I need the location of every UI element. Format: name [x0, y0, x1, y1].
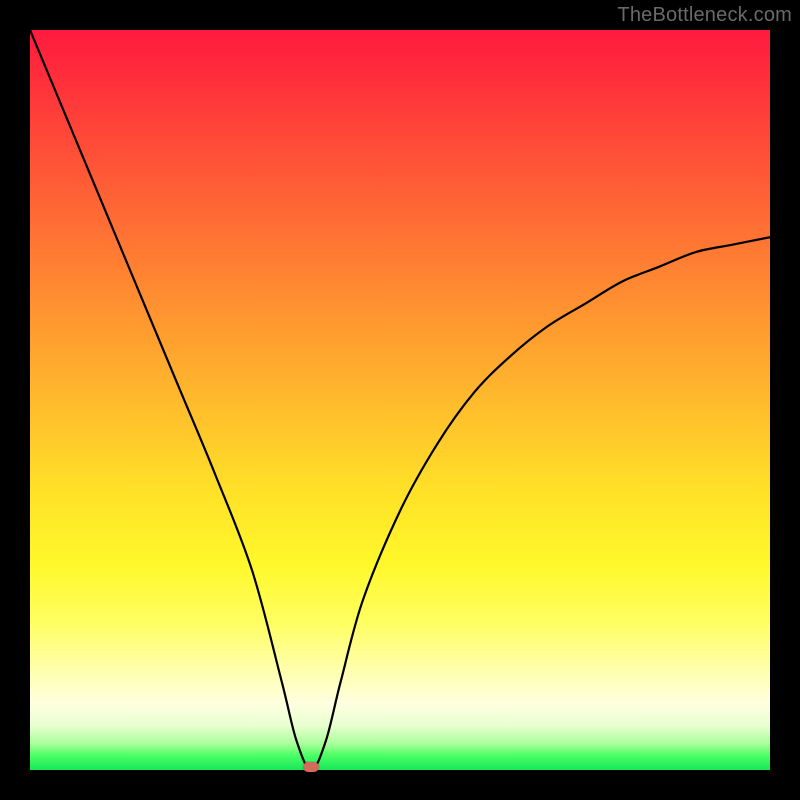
minimum-marker	[303, 762, 319, 772]
bottleneck-curve	[30, 30, 770, 770]
attribution-label: TheBottleneck.com	[617, 4, 792, 27]
plot-area	[30, 30, 770, 770]
chart-frame: TheBottleneck.com	[0, 0, 800, 800]
